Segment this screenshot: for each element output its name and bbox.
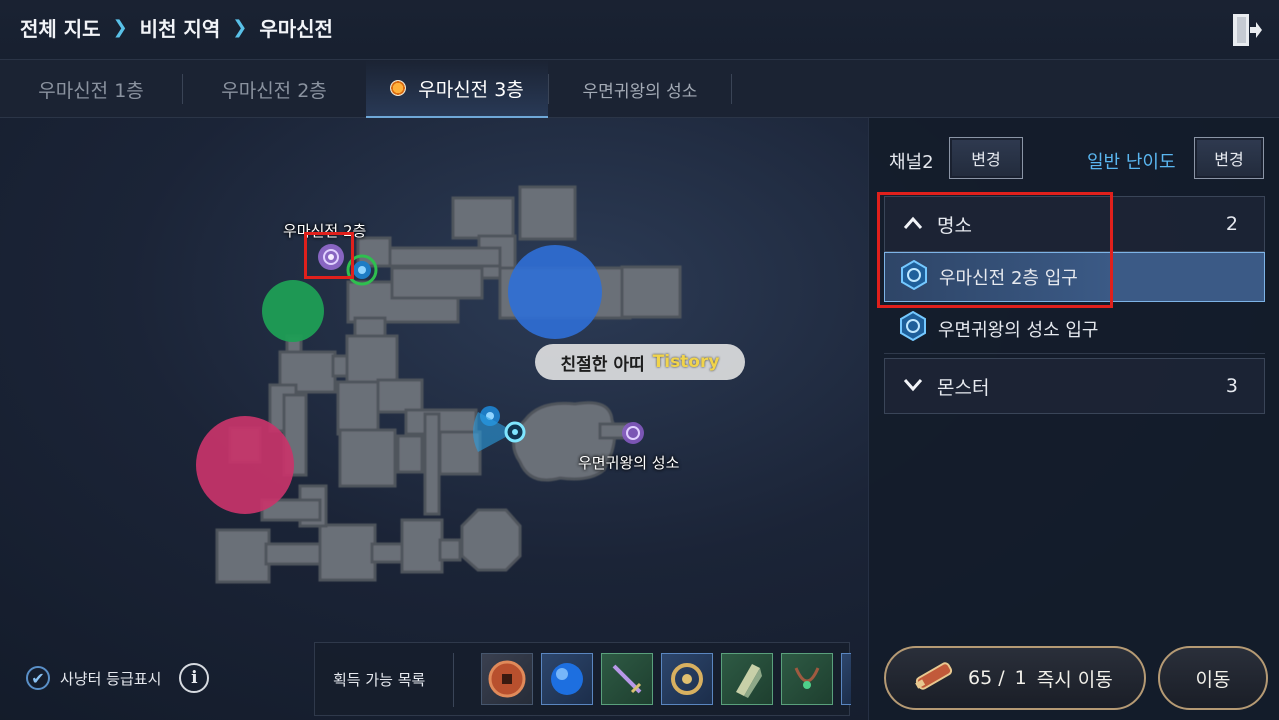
chevron-up-icon [903,213,923,235]
places-count: 2 [1225,213,1238,235]
watermark: 친절한 아띠 Tistory [535,344,745,380]
zone-blue[interactable] [508,245,602,339]
divider [453,653,454,707]
acquirable-list: 획득 가능 목록 [314,642,851,716]
tab-label: 우마신전 1층 [38,79,144,102]
place-item[interactable]: 우면귀왕의 성소 입구 [884,304,1265,354]
map-label-floor2: 우마신전 2층 [283,222,367,240]
item-slot-dragon[interactable] [661,653,713,705]
chevron-right-icon: ❯ [112,17,128,38]
place-item[interactable]: 우마신전 2층 입구 [884,252,1265,302]
tab-floor-1[interactable]: 우마신전 1층 [0,60,182,118]
instant-move-button[interactable]: 65 / 1 즉시 이동 [884,646,1146,710]
channel-change-button[interactable]: 변경 [949,137,1023,179]
acquirable-label: 획득 가능 목록 [333,671,426,689]
floor-tabs: 우마신전 1층 우마신전 2층 우마신전 3층 우면귀왕의 성소 [0,60,1279,118]
move-button[interactable]: 이동 [1158,646,1268,710]
zone-green[interactable] [262,280,324,342]
map-rooms [215,185,682,584]
necklace-icon [794,667,820,689]
tab-floor-2[interactable]: 우마신전 2층 [183,60,365,118]
item-slot-sword[interactable] [601,653,653,705]
monsters-section-header[interactable]: 몬스터 3 [884,358,1265,414]
current-location-icon [390,80,407,96]
teleport-scroll-icon [910,656,958,701]
breadcrumb-area: 우마신전 [259,17,333,41]
tab-sanctum[interactable]: 우면귀왕의 성소 [549,60,731,118]
channel-label: 채널2 [889,152,934,173]
item-slot-scroll[interactable] [721,653,773,705]
item-slot-necklace[interactable] [781,653,833,705]
item-slot-coin[interactable] [481,653,533,705]
chevron-down-icon [903,375,923,397]
difficulty-label: 일반 난이도 [1087,152,1176,173]
tab-floor-3[interactable]: 우마신전 3층 [366,60,548,118]
exit-icon [1233,14,1262,46]
teleport-item-cost: 1 [1014,667,1027,689]
breadcrumb: 전체 지도 ❯ 비천 지역 ❯ 우마신전 [20,13,333,42]
difficulty-change-button[interactable]: 변경 [1194,137,1264,179]
place-item-label: 우마신전 2층 입구 [939,268,1078,289]
zone-red[interactable] [196,416,294,514]
breadcrumb-region[interactable]: 비천 지역 [140,13,221,42]
place-item-label: 우면귀왕의 성소 입구 [938,319,1099,341]
orb-icon [551,663,583,695]
waypoint-icon [899,259,929,295]
dungeon-map[interactable]: 우마신전 2층 우면귀왕의 성소 친절한 아띠 Tistory [0,118,868,638]
dragon-icon [671,663,703,695]
exit-button[interactable] [1231,12,1263,48]
portal-icon[interactable] [318,244,344,270]
watermark-text: 친절한 아띠 [560,354,645,375]
chevron-right-icon: ❯ [232,17,248,38]
bottom-bar: ✔ 사냥터 등급표시 i 획득 가능 목록 [0,638,868,720]
places-section-header[interactable]: 명소 2 [884,196,1265,252]
map-label-sanctum: 우면귀왕의 성소 [578,454,680,472]
hunting-grade-toggle[interactable]: ✔ 사냥터 등급표시 i [26,663,210,693]
item-slot-partial[interactable] [841,653,851,705]
top-bar: 전체 지도 ❯ 비천 지역 ❯ 우마신전 [0,0,1279,60]
scroll-icon [736,664,762,698]
info-icon[interactable]: i [179,663,210,693]
monsters-count: 3 [1225,375,1238,397]
sword-icon [612,664,642,694]
tab-label: 우면귀왕의 성소 [582,81,698,102]
teleport-item-count: 65 / [968,667,1005,689]
tab-label: 우마신전 3층 [418,78,524,101]
hunting-grade-label: 사냥터 등급표시 [60,669,162,688]
tab-divider [731,74,732,104]
coin-icon [488,660,526,698]
check-icon: ✔ [26,666,50,690]
waypoint-icon [898,310,928,346]
map-layout [196,185,682,584]
instant-move-label: 즉시 이동 [1036,668,1113,691]
monsters-title: 몬스터 [937,376,990,399]
breadcrumb-world[interactable]: 전체 지도 [20,13,101,42]
tab-label: 우마신전 2층 [221,79,327,102]
watermark-brand: Tistory [652,352,720,372]
portal-icon[interactable] [622,422,644,444]
info-panel: 채널2 변경 일반 난이도 변경 명소 2 우마신전 2층 입구 우면귀왕의 성… [868,118,1279,720]
places-title: 명소 [937,214,972,237]
item-slot-orb[interactable] [541,653,593,705]
